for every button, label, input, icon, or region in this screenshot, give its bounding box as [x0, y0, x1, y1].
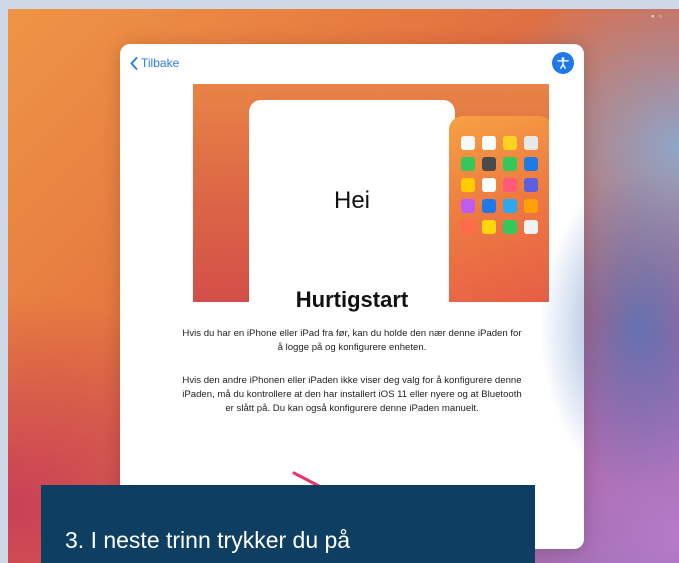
- hello-panel: Hei: [249, 100, 455, 302]
- app-icon-grid: [461, 136, 538, 234]
- instruction-text: 3. I neste trinn trykker du på: [65, 527, 351, 553]
- app-icon: [524, 136, 538, 150]
- page-title: Hurtigstart: [295, 287, 409, 312]
- app-icon: [482, 178, 496, 192]
- app-icon: [482, 157, 496, 171]
- app-icon: [482, 220, 496, 234]
- app-icon: [503, 220, 517, 234]
- instruction-banner: 3. I neste trinn trykker du på: [41, 485, 535, 563]
- back-button[interactable]: Tilbake: [130, 56, 179, 70]
- app-icon: [524, 178, 538, 192]
- chevron-left-icon: [130, 56, 138, 70]
- intro-paragraph: Hvis du har en iPhone eller iPad fra før…: [182, 328, 522, 353]
- phone-illustration: [449, 116, 549, 302]
- status-bar-icons: ▪ ▫: [651, 11, 663, 21]
- app-icon: [524, 157, 538, 171]
- setup-card: Tilbake Hei Hurtigstart Hvis du har en i…: [120, 44, 584, 549]
- app-icon: [524, 199, 538, 213]
- app-icon: [503, 178, 517, 192]
- app-icon: [461, 220, 475, 234]
- app-icon: [503, 136, 517, 150]
- app-icon: [482, 199, 496, 213]
- wallpaper: ▪ ▫ Tilbake Hei Hurtigstart Hvis du har: [8, 9, 679, 563]
- hero-illustration: Hei: [193, 84, 549, 302]
- app-icon: [461, 136, 475, 150]
- accessibility-button[interactable]: [552, 52, 574, 74]
- accessibility-icon: [557, 57, 569, 69]
- app-icon: [461, 178, 475, 192]
- app-icon: [524, 220, 538, 234]
- app-icon: [461, 199, 475, 213]
- greeting-text: Hei: [333, 187, 370, 214]
- app-icon: [482, 136, 496, 150]
- app-icon: [503, 157, 517, 171]
- app-icon: [461, 157, 475, 171]
- help-paragraph: Hvis den andre iPhonen eller iPaden ikke…: [182, 375, 522, 414]
- app-icon: [503, 199, 517, 213]
- back-label: Tilbake: [141, 56, 180, 70]
